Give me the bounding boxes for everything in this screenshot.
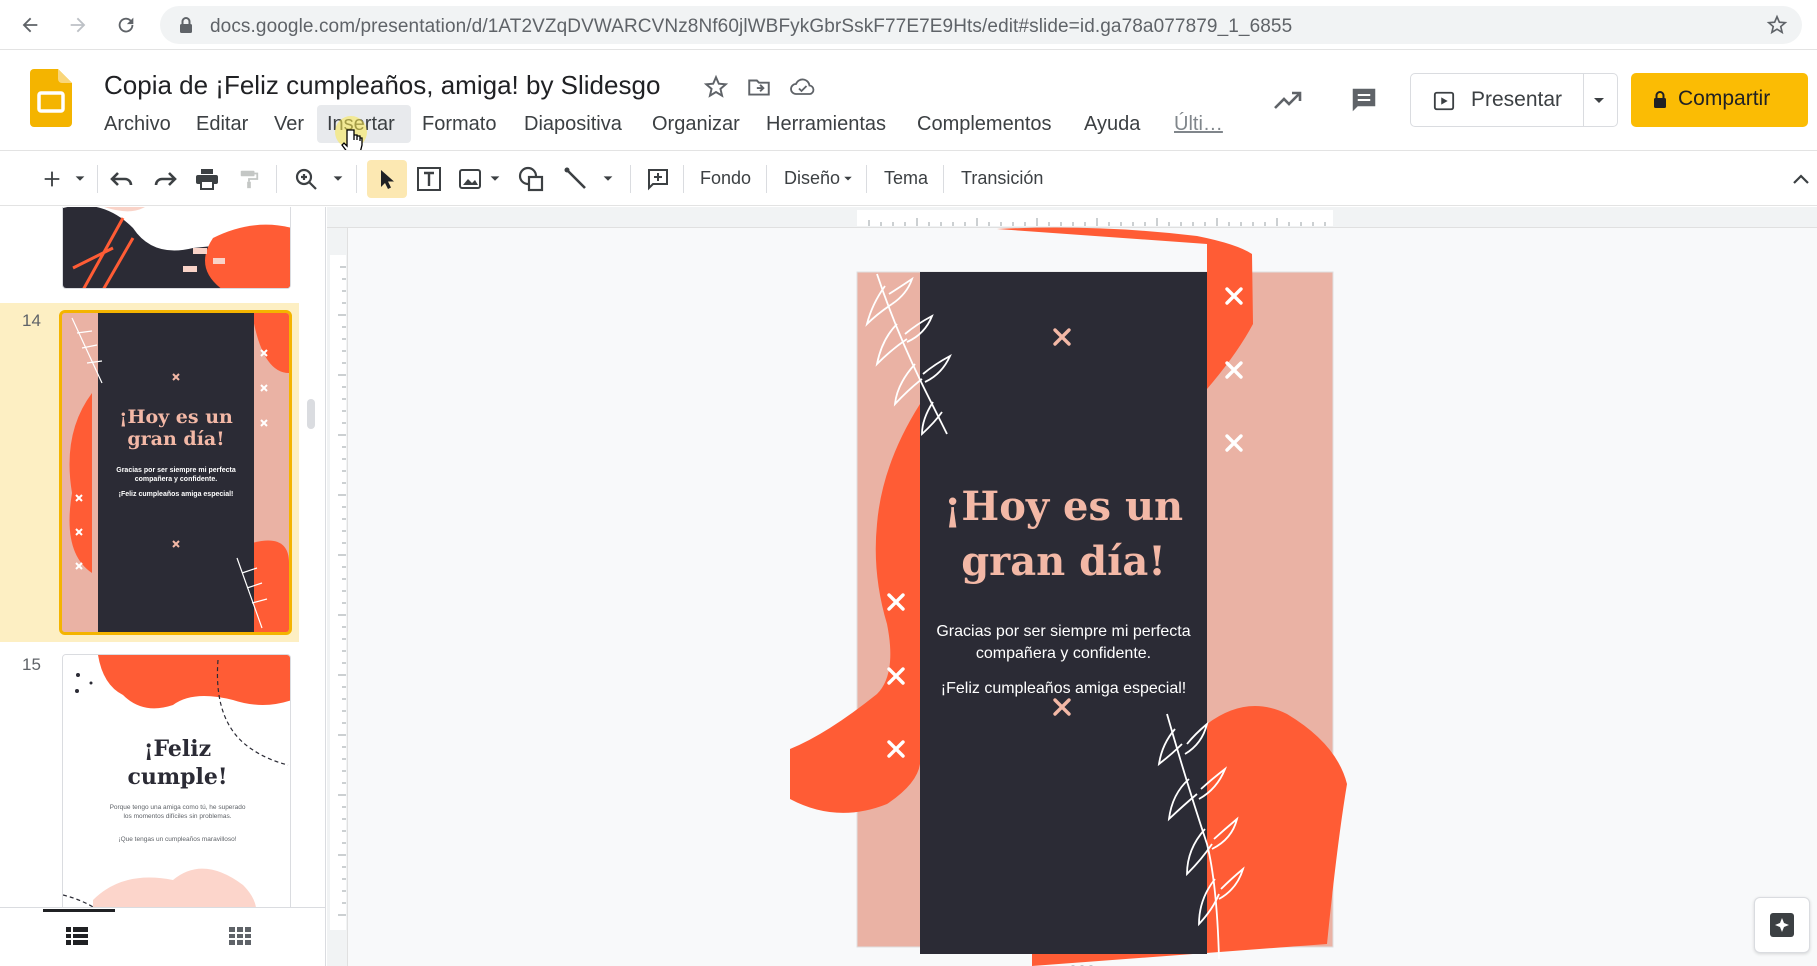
slide-number: 15 (22, 655, 41, 674)
menu-editar[interactable]: Editar (196, 113, 248, 136)
slide-body[interactable]: Gracias por ser siempre mi perfecta comp… (920, 621, 1207, 665)
layout-dropdown-icon[interactable] (842, 175, 854, 183)
paint-format-icon[interactable] (233, 163, 265, 195)
line-icon[interactable] (560, 163, 592, 195)
document-title[interactable]: Copia de ¡Feliz cumpleaños, amiga! by Sl… (104, 70, 660, 101)
layout-button[interactable]: Diseño (784, 168, 840, 189)
add-comment-icon[interactable] (642, 163, 674, 195)
toolbar-separator (866, 165, 867, 193)
url-text: docs.google.com/presentation/d/1AT2VZqDV… (210, 16, 1293, 37)
thumb-13-art (63, 207, 290, 288)
slide-artwork (790, 227, 1347, 966)
zoom-icon[interactable] (290, 163, 322, 195)
present-button[interactable]: Presentar (1410, 73, 1618, 127)
back-icon[interactable] (14, 9, 46, 41)
toolbar-separator (356, 165, 357, 193)
theme-button[interactable]: Tema (884, 168, 928, 189)
bookmark-star-icon[interactable] (1766, 14, 1788, 36)
slide-footer[interactable]: ¡Feliz cumpleaños amiga especial! (920, 680, 1207, 698)
menu-ayuda[interactable]: Ayuda (1084, 113, 1140, 136)
thumb-15-footer: ¡Que tengas un cumpleaños maravilloso! (118, 836, 237, 843)
menu-complementos[interactable]: Complementos (917, 113, 1052, 136)
filmstrip-scrollbar[interactable] (307, 399, 315, 429)
slide-title[interactable]: ¡Hoy es un gran día! (920, 479, 1207, 589)
undo-icon[interactable] (106, 163, 138, 195)
explore-button[interactable] (1754, 897, 1810, 953)
filmstrip-view-icon[interactable] (66, 927, 88, 945)
reload-icon[interactable] (110, 9, 142, 41)
select-cursor-icon[interactable] (367, 160, 407, 198)
toolbar-separator (630, 165, 631, 193)
print-icon[interactable] (191, 163, 223, 195)
slide-title-line-1: ¡Hoy es un (943, 483, 1184, 530)
toolbar-separator (683, 165, 684, 193)
background-button[interactable]: Fondo (700, 168, 751, 189)
menu-herramientas[interactable]: Herramientas (766, 113, 886, 136)
present-label: Presentar (1471, 88, 1563, 111)
present-icon (1433, 91, 1455, 111)
present-divider (1583, 74, 1584, 126)
toolbar: Fondo Diseño Tema Transición (0, 150, 1817, 206)
slide-filmstrip: 14 ¡Hoy es un gran día! Gracias por ser … (0, 207, 326, 966)
collapse-toolbar-icon[interactable] (1792, 173, 1810, 185)
new-slide-icon[interactable] (36, 163, 68, 195)
thumb-14-body: Gracias por ser siempre mi perfecta comp… (116, 467, 236, 483)
slide-thumbnail-15[interactable]: ¡Feliz cumple! Porque tengo una amiga co… (62, 654, 291, 924)
slide-thumbnail-13[interactable] (62, 207, 291, 289)
new-slide-dropdown-icon[interactable] (70, 163, 90, 195)
thumb-14-footer: ¡Feliz cumpleaños amiga especial! (118, 491, 234, 498)
star-icon[interactable] (703, 74, 729, 100)
menu-archivo[interactable]: Archivo (104, 113, 171, 136)
address-bar[interactable]: docs.google.com/presentation/d/1AT2VZqDV… (160, 6, 1802, 44)
toolbar-separator (766, 165, 767, 193)
toolbar-separator (97, 165, 98, 193)
slides-logo-icon[interactable] (30, 69, 72, 127)
redo-icon[interactable] (149, 163, 181, 195)
present-dropdown-icon[interactable] (1591, 96, 1607, 106)
shape-icon[interactable] (515, 163, 547, 195)
toolbar-separator (276, 165, 277, 193)
menu-last-edit[interactable]: Últi… (1174, 113, 1223, 136)
line-dropdown-icon[interactable] (598, 163, 618, 195)
grid-view-icon[interactable] (229, 927, 251, 945)
share-button[interactable]: Compartir (1631, 73, 1808, 127)
slide-body-line-1: Gracias por ser siempre mi perfecta (936, 623, 1191, 640)
explore-icon (1770, 913, 1794, 937)
vertical-ruler[interactable] (330, 255, 346, 930)
share-lock-icon (1654, 91, 1666, 108)
text-box-icon[interactable] (413, 163, 445, 195)
slide-thumbnail-14[interactable]: ¡Hoy es un gran día! Gracias por ser sie… (59, 310, 292, 635)
slide-number: 14 (22, 311, 41, 330)
thumb-14-title: ¡Hoy es un gran día! (119, 406, 233, 450)
transition-button[interactable]: Transición (961, 168, 1043, 189)
active-view-indicator (43, 909, 115, 912)
view-toggle-bar (0, 907, 325, 966)
forward-icon[interactable] (62, 9, 94, 41)
image-icon[interactable] (454, 163, 486, 195)
cloud-saved-icon[interactable] (789, 74, 817, 100)
menu-ver[interactable]: Ver (274, 113, 304, 136)
toolbar-separator (943, 165, 944, 193)
thumb-15-body: Porque tengo una amiga como tú, he super… (109, 804, 246, 820)
comments-icon[interactable] (1349, 85, 1379, 115)
slide-title-line-2: gran día! (961, 538, 1166, 585)
thumb-15-title: ¡Feliz cumple! (127, 736, 228, 790)
slide-body-line-2: compañera y confidente. (975, 645, 1152, 662)
notes-resize-handle[interactable] (1067, 957, 1097, 966)
browser-toolbar: docs.google.com/presentation/d/1AT2VZqDV… (0, 0, 1817, 50)
menu-diapositiva[interactable]: Diapositiva (524, 113, 622, 136)
move-folder-icon[interactable] (746, 74, 772, 100)
image-dropdown-icon[interactable] (485, 163, 505, 195)
zoom-dropdown-icon[interactable] (328, 163, 348, 195)
activity-trend-icon[interactable] (1272, 86, 1304, 114)
menu-organizar[interactable]: Organizar (652, 113, 740, 136)
slide-canvas-area: ¡Hoy es un gran día! Gracias por ser sie… (327, 207, 1817, 966)
lock-icon (180, 17, 192, 33)
menu-formato[interactable]: Formato (422, 113, 496, 136)
share-label: Compartir (1678, 87, 1771, 110)
